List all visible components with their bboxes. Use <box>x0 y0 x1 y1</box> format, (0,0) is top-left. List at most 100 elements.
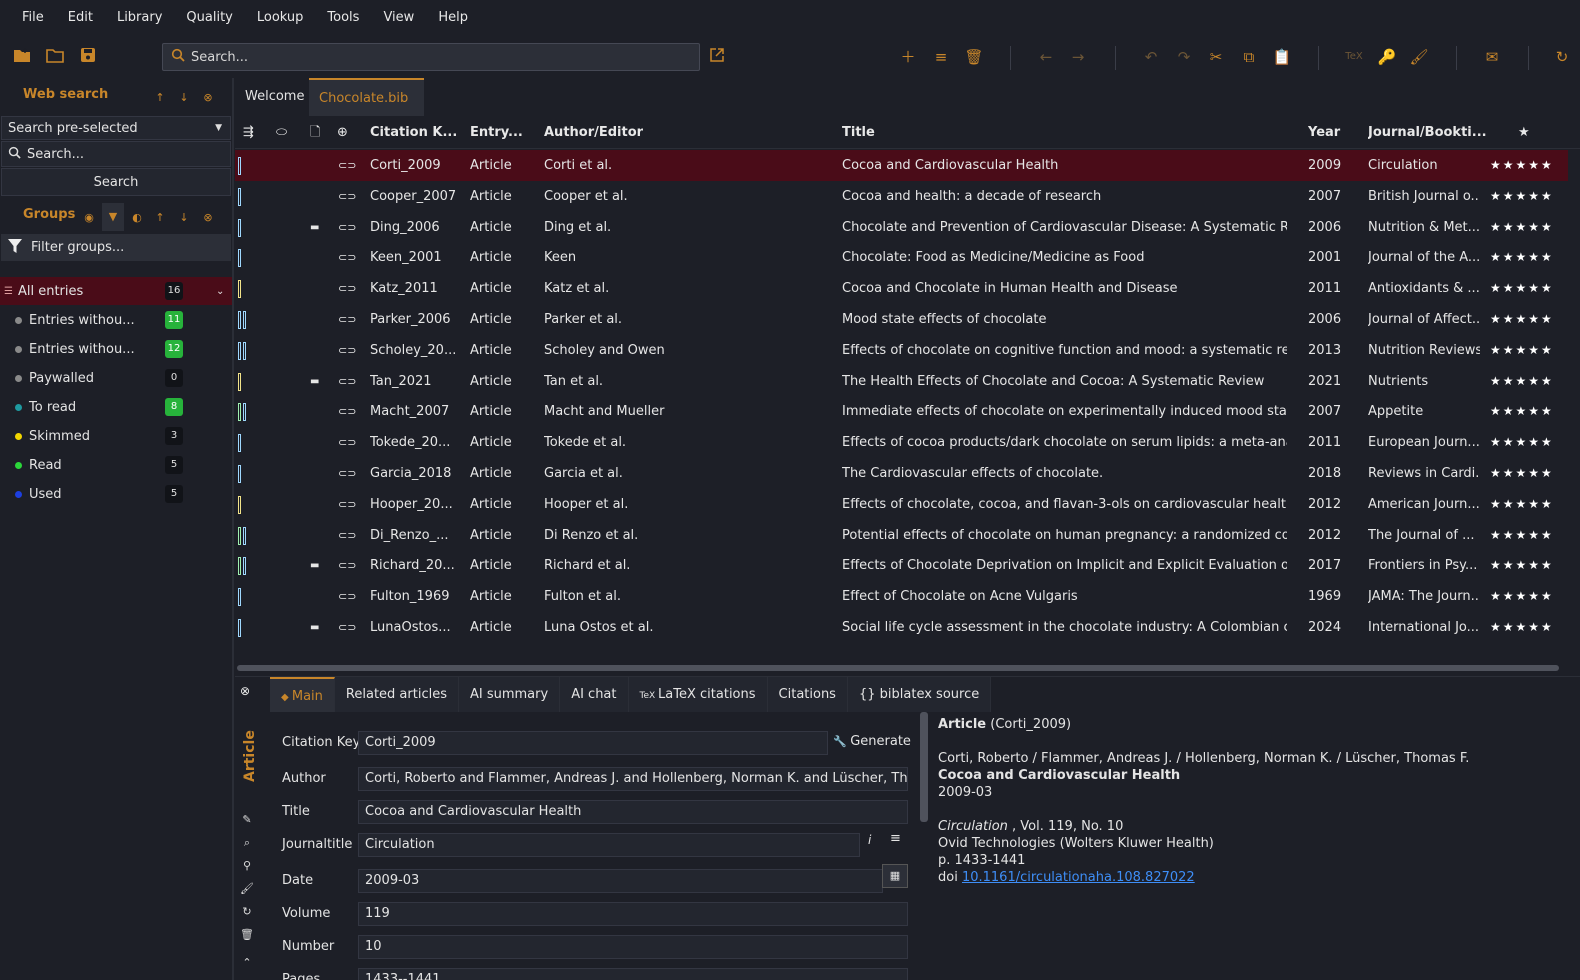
link-icon[interactable]: ⊂⊃ <box>338 489 356 520</box>
search-fetcher-select[interactable]: Search pre-selected ▼ <box>1 116 231 140</box>
pdf-file-icon[interactable]: ▬ <box>310 612 319 643</box>
move-up-icon[interactable]: ↑ <box>153 211 167 224</box>
move-down-icon[interactable]: ↓ <box>177 211 191 224</box>
eye-icon[interactable]: ◉ <box>82 211 96 224</box>
table-row[interactable]: ⊂⊃ Corti_2009 Article Corti et al. Cocoa and… <box>235 150 1568 181</box>
ranking-stars[interactable]: ★★★★★ <box>1490 242 1554 273</box>
ranking-stars[interactable]: ★★★★★ <box>1490 550 1554 581</box>
email-icon[interactable]: ✉ <box>1482 47 1502 67</box>
brush-icon[interactable]: 🖌 <box>240 882 254 895</box>
field-input-title[interactable]: Cocoa and Cardiovascular Health <box>358 800 908 824</box>
tab-ai-chat[interactable]: AI chat <box>560 677 629 712</box>
ranking-stars[interactable]: ★★★★★ <box>1490 212 1554 243</box>
ranking-stars[interactable]: ★★★★★ <box>1490 427 1554 458</box>
close-editor-icon[interactable]: ⊗ <box>240 684 250 698</box>
doi-link[interactable]: 10.1161/circulationaha.108.827022 <box>962 870 1195 885</box>
menu-help[interactable]: Help <box>428 0 478 36</box>
ranking-stars[interactable]: ★★★★★ <box>1490 458 1554 489</box>
menu-file[interactable]: File <box>12 0 54 36</box>
close-circle-icon[interactable]: ⊗ <box>201 91 215 104</box>
new-library-icon[interactable] <box>12 47 32 67</box>
filter-groups-input[interactable]: Filter groups... <box>1 234 231 261</box>
tab-biblatex-source[interactable]: {} biblatex source <box>847 677 992 712</box>
link-icon[interactable]: ⊂⊃ <box>338 335 356 366</box>
menu-quality[interactable]: Quality <box>176 0 242 36</box>
ranking-stars[interactable]: ★★★★★ <box>1490 396 1554 427</box>
link-icon[interactable]: ⊂⊃ <box>338 581 356 612</box>
table-row[interactable]: ⊂⊃ Tokede_20... Article Tokede et al. Effect… <box>235 427 1568 458</box>
group-item[interactable]: Paywalled 0 <box>0 364 232 392</box>
tab-latex-citations[interactable]: TeX LaTeX citations <box>628 677 768 712</box>
group-item[interactable]: Skimmed 3 <box>0 422 232 450</box>
file-icon[interactable]: 🗋 <box>310 116 320 149</box>
web-search-button[interactable]: Search <box>1 168 231 196</box>
group-item[interactable]: Entries withou... 12 <box>0 335 232 363</box>
pdf-file-icon[interactable]: ▬ <box>310 366 319 397</box>
group-item[interactable]: Used 5 <box>0 480 232 508</box>
column-author[interactable]: Author/Editor <box>544 116 804 149</box>
link-icon[interactable]: ⊂⊃ <box>338 304 356 335</box>
link-icon[interactable]: ⊂⊃ <box>338 396 356 427</box>
chevron-down-icon[interactable]: ⌄ <box>216 286 224 297</box>
field-input-pages[interactable]: 1433--1441 <box>358 968 908 980</box>
ranking-stars[interactable]: ★★★★★ <box>1490 612 1554 643</box>
table-row[interactable]: ⊂⊃ Di_Renzo_... Article Di Renzo et al. Pote… <box>235 520 1568 551</box>
editor-scrollbar[interactable] <box>920 712 928 822</box>
link-icon[interactable]: ⊂⊃ <box>338 242 356 273</box>
table-row[interactable]: ⊂⊃ Katz_2011 Article Katz et al. Cocoa and C… <box>235 273 1568 304</box>
field-input-date[interactable]: 2009-03 <box>358 869 883 893</box>
link-icon[interactable]: ⊂⊃ <box>338 612 356 643</box>
table-row[interactable]: ⊂⊃ Macht_2007 Article Macht and Mueller Imme… <box>235 396 1568 427</box>
trash-icon[interactable]: 🗑 <box>240 928 254 941</box>
ranking-stars[interactable]: ★★★★★ <box>1490 366 1554 397</box>
copy-icon[interactable]: ⧉ <box>1239 47 1259 67</box>
label-icon[interactable]: ⬭ <box>276 116 287 149</box>
tab-ai-summary[interactable]: AI summary <box>458 677 561 712</box>
ranking-stars[interactable]: ★★★★★ <box>1490 520 1554 551</box>
tab-welcome[interactable]: Welcome <box>235 78 314 116</box>
table-row[interactable]: ⊂⊃ Hooper_20... Article Hooper et al. Effect… <box>235 489 1568 520</box>
link-icon[interactable]: ⊂⊃ <box>338 181 356 212</box>
table-row[interactable]: ▬ ⊂⊃ LunaOstos... Article Luna Ostos et al. S… <box>235 612 1568 643</box>
calendar-icon[interactable]: ▦ <box>882 864 908 888</box>
column-citation-key[interactable]: Citation K... <box>370 116 462 149</box>
group-item[interactable]: Entries withou... 11 <box>0 306 232 334</box>
paste-icon[interactable]: 📋 <box>1272 47 1292 67</box>
column-entry-type[interactable]: Entry... <box>470 116 535 149</box>
add-entry-icon[interactable]: ＋ <box>898 47 918 67</box>
open-external-icon[interactable] <box>707 47 727 67</box>
contrast-icon[interactable]: ◐ <box>130 211 144 224</box>
generate-key-button[interactable]: 🔧 Generate <box>833 729 911 755</box>
ranking-stars[interactable]: ★★★★★ <box>1490 304 1554 335</box>
web-search-input[interactable]: Search... <box>1 141 231 167</box>
menu-lookup[interactable]: Lookup <box>247 0 314 36</box>
menu-view[interactable]: View <box>373 0 424 36</box>
field-input-journaltitle[interactable]: Circulation <box>358 833 860 857</box>
table-row[interactable]: ⊂⊃ Keen_2001 Article Keen Chocolate: Food as… <box>235 242 1568 273</box>
ranking-stars[interactable]: ★★★★★ <box>1490 273 1554 304</box>
table-row[interactable]: ⊂⊃ Parker_2006 Article Parker et al. Mood st… <box>235 304 1568 335</box>
ranking-stars[interactable]: ★★★★★ <box>1490 489 1554 520</box>
open-folder-icon[interactable] <box>45 47 65 67</box>
refresh-icon[interactable]: ↻ <box>240 905 254 918</box>
forward-icon[interactable]: → <box>1068 47 1088 67</box>
column-journal[interactable]: Journal/Bookti... <box>1368 116 1486 149</box>
close-circle-icon[interactable]: ⊗ <box>201 211 215 224</box>
globe-icon[interactable]: ⊕ <box>337 116 348 149</box>
group-item[interactable]: To read 8 <box>0 393 232 421</box>
delete-icon[interactable]: 🗑 <box>964 47 984 67</box>
redo-icon[interactable]: ↷ <box>1174 47 1194 67</box>
move-up-icon[interactable]: ↑ <box>153 91 167 104</box>
sidebar-splitter[interactable] <box>232 78 234 980</box>
move-down-icon[interactable]: ↓ <box>177 91 191 104</box>
horizontal-scrollbar[interactable] <box>237 665 1559 671</box>
chevron-up-icon[interactable]: ⌃ <box>240 956 254 969</box>
link-icon[interactable]: ⊂⊃ <box>338 212 356 243</box>
group-all-entries[interactable]: ☰ All entries 16 ⌄ <box>0 277 232 305</box>
ranking-stars[interactable]: ★★★★★ <box>1490 581 1554 612</box>
key-icon[interactable]: 🔑 <box>1377 47 1397 67</box>
cut-icon[interactable]: ✂ <box>1206 47 1226 67</box>
pdf-file-icon[interactable]: ▬ <box>310 550 319 581</box>
pencil-icon[interactable]: ✎ <box>240 813 254 826</box>
menu-edit[interactable]: Edit <box>58 0 103 36</box>
